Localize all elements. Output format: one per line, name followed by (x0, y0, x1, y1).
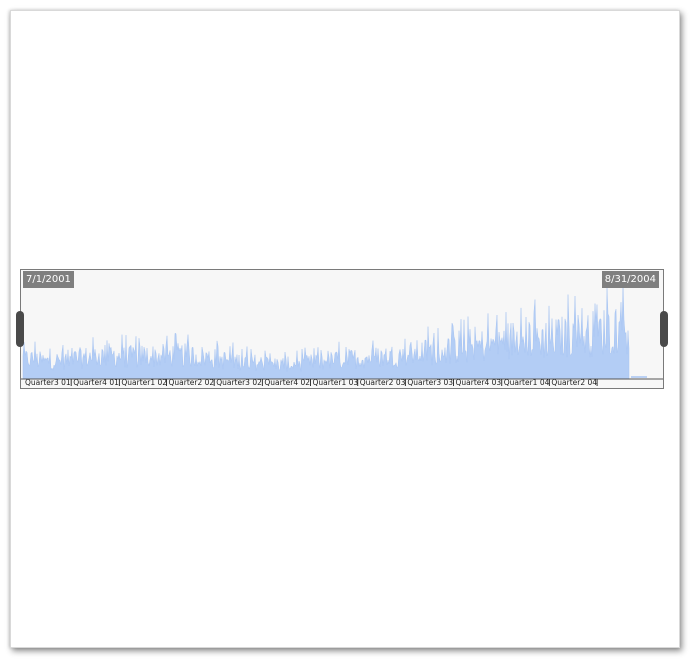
x-tick-label: Quarter3 03 (407, 378, 453, 387)
x-tick-label: Quarter2 02 (169, 378, 215, 387)
x-tick-label: Quarter3 02 (216, 378, 262, 387)
range-navigator[interactable]: Quarter3 01 Quarter4 01 Quarter1 02 Quarter… (16, 269, 668, 389)
x-tick-label: Quarter2 04 (551, 378, 597, 387)
range-end-label: 8/31/2004 (601, 271, 659, 288)
x-tick-label: Quarter1 04 (504, 378, 550, 387)
range-end-handle[interactable] (660, 311, 668, 347)
x-tick-label: Quarter1 02 (121, 378, 167, 387)
range-start-label: 7/1/2001 (23, 271, 74, 288)
x-tick-label: Quarter1 03 (313, 378, 359, 387)
x-tick-label: Quarter4 02 (264, 378, 310, 387)
area-chart: Quarter3 01 Quarter4 01 Quarter1 02 Quarter… (21, 282, 663, 387)
range-start-handle[interactable] (16, 311, 24, 347)
x-tick-label: Quarter4 03 (456, 378, 502, 387)
x-tick-label: Quarter4 01 (73, 378, 119, 387)
x-tick-label: Quarter3 01 (25, 378, 71, 387)
area-series (22, 282, 630, 380)
x-tick-label: Quarter2 03 (360, 378, 406, 387)
